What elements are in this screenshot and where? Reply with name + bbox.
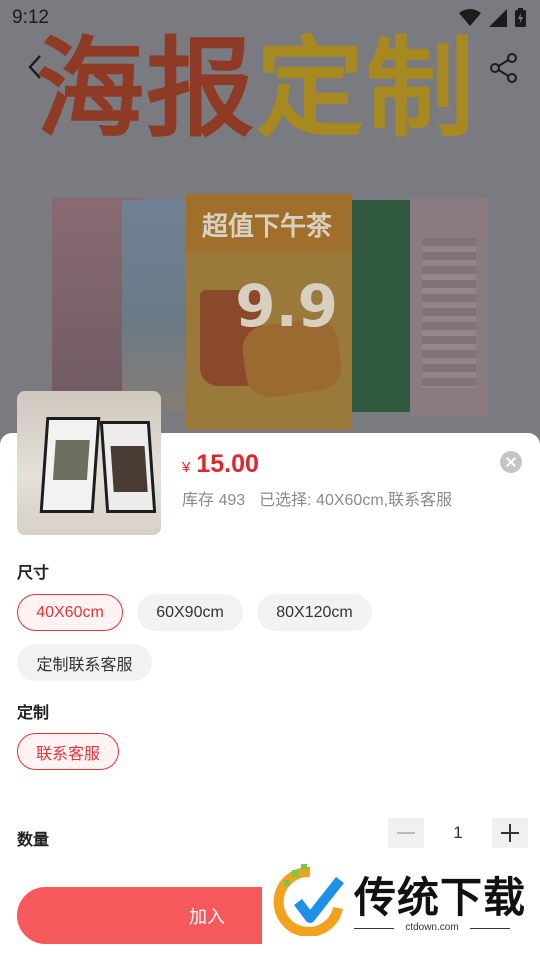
poster-image <box>410 198 488 416</box>
featured-poster-image: 超值下午茶 9.9 <box>186 194 352 430</box>
increment-button[interactable] <box>492 818 528 848</box>
size-option-40x60[interactable]: 40X60cm <box>17 594 123 631</box>
watermark-url: ctdown.com <box>354 922 510 933</box>
custom-option-contact-service[interactable]: 联系客服 <box>17 733 119 770</box>
close-icon[interactable] <box>500 451 522 473</box>
poster-image <box>343 200 415 412</box>
featured-poster-price: 9.9 <box>235 272 338 340</box>
watermark-logo-icon <box>273 864 344 936</box>
share-icon[interactable] <box>488 52 520 84</box>
selected-summary: 已选择: 40X60cm,联系客服 <box>259 492 453 509</box>
watermark-name: 传统下载 <box>354 873 527 922</box>
product-price: ¥ 15.00 <box>182 450 259 479</box>
chevron-left-icon[interactable] <box>22 52 48 82</box>
size-option-60x90[interactable]: 60X90cm <box>137 594 243 631</box>
size-option-custom[interactable]: 定制联系客服 <box>17 644 152 681</box>
watermark: 传统下载 ctdown.com <box>262 858 540 944</box>
quantity-value[interactable]: 1 <box>424 823 492 843</box>
custom-section-title: 定制 <box>17 705 50 722</box>
decrement-button[interactable] <box>388 818 424 848</box>
featured-poster-text: 超值下午茶 <box>202 212 333 242</box>
stock-count: 库存 493 <box>182 492 246 509</box>
size-section-title: 尺寸 <box>17 565 50 582</box>
quantity-stepper: 1 <box>388 818 528 848</box>
price-value: 15.00 <box>196 450 259 478</box>
currency-symbol: ¥ <box>182 459 191 476</box>
quantity-label: 数量 <box>17 832 50 849</box>
signal-icon <box>489 8 507 27</box>
product-thumbnail <box>17 391 161 535</box>
status-time: 9:12 <box>12 7 49 28</box>
wifi-icon <box>459 8 481 26</box>
banner-title: 海报定制 <box>36 27 477 152</box>
battery-icon <box>515 8 526 27</box>
size-option-80x120[interactable]: 80X120cm <box>257 594 372 631</box>
stock-info: 库存 493 已选择: 40X60cm,联系客服 <box>182 486 452 510</box>
